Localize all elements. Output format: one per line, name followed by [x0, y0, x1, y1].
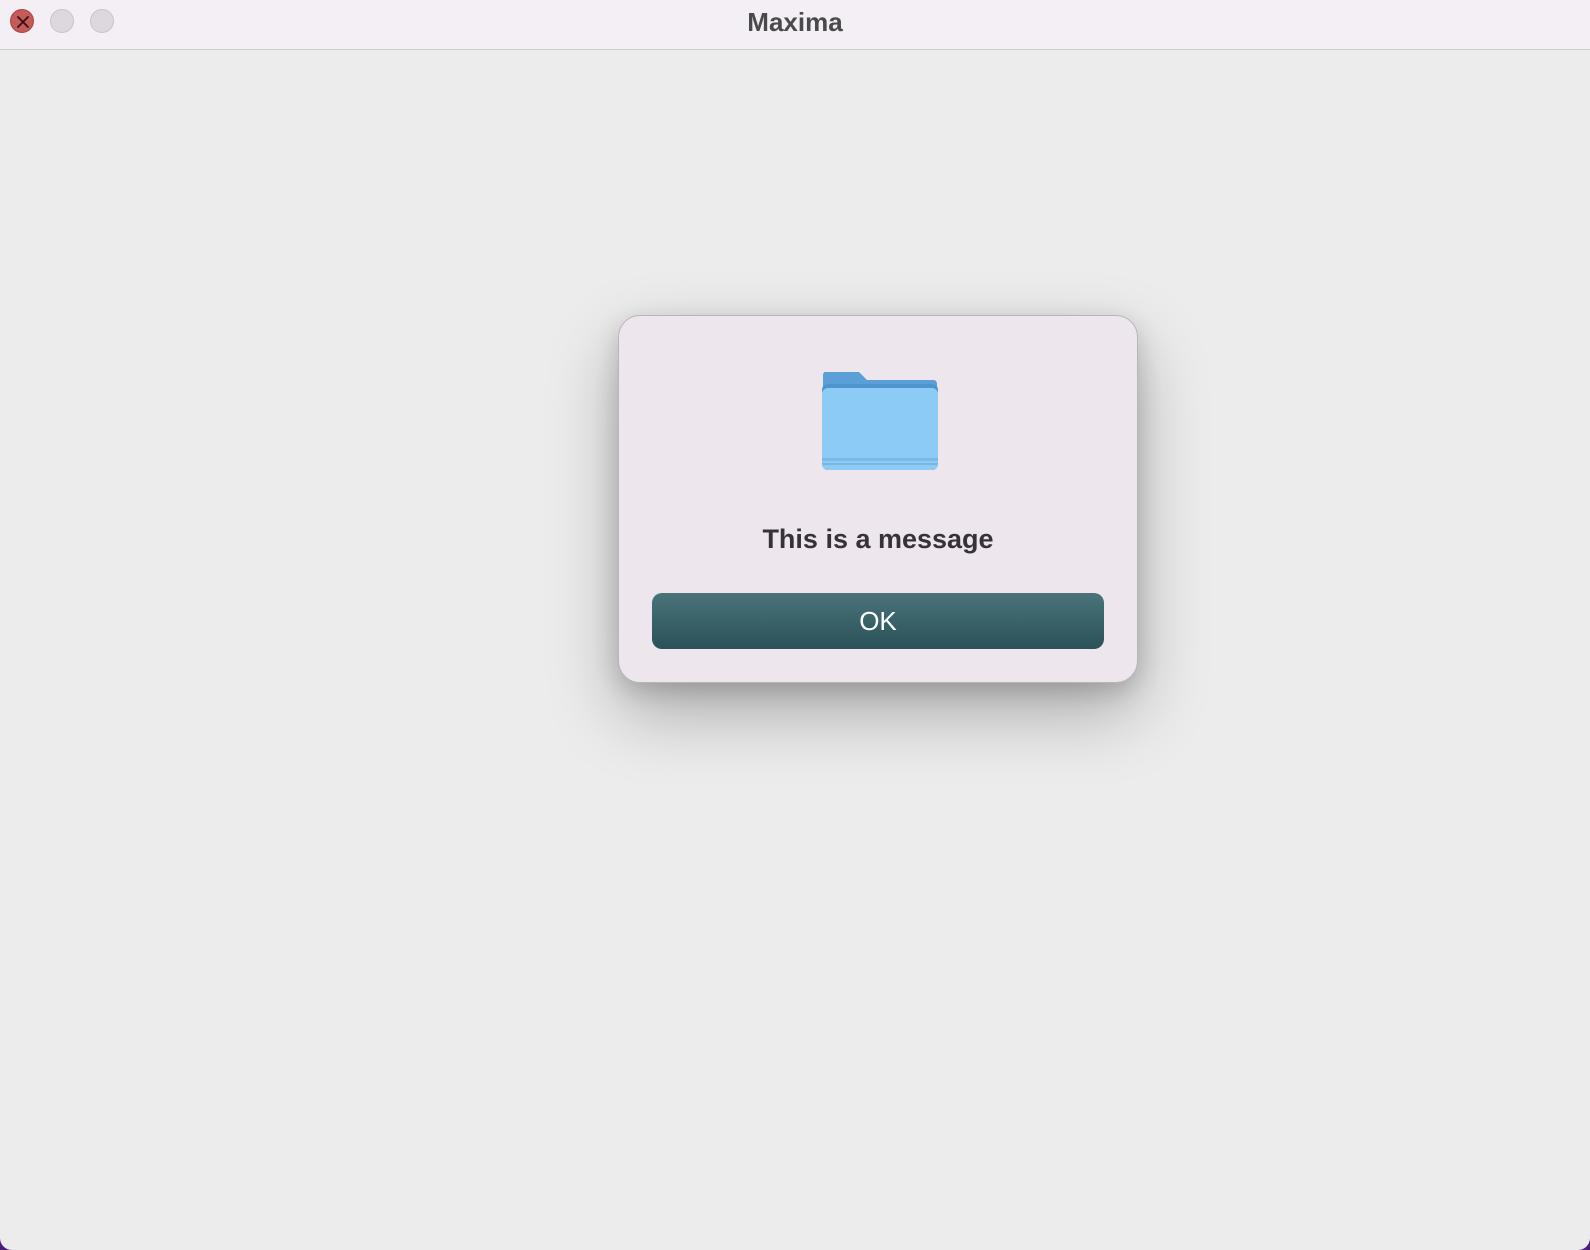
- folder-icon: [822, 372, 938, 470]
- window-title: Maxima: [747, 7, 843, 37]
- ok-button[interactable]: OK: [652, 593, 1104, 649]
- app-window: Maxima This is a message OK: [0, 0, 1590, 1250]
- dialog-message: This is a message: [762, 524, 994, 554]
- message-dialog: This is a message OK: [618, 315, 1138, 683]
- title-bar[interactable]: Maxima: [0, 0, 1590, 50]
